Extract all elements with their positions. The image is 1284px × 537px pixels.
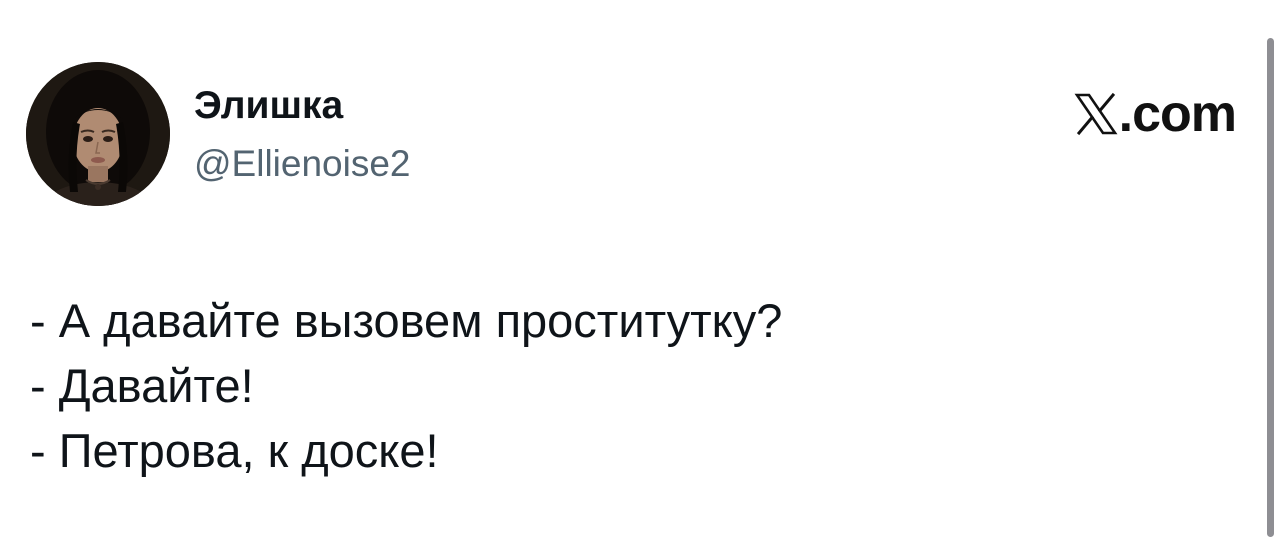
avatar-image	[26, 62, 170, 206]
brand-logo: .com	[1074, 84, 1237, 144]
scrollbar[interactable]	[1267, 38, 1274, 537]
tweet-line: - Давайте!	[30, 359, 254, 412]
tweet-card: Элишка @Ellienoise2 .com - А давайте выз…	[0, 0, 1284, 537]
tweet-line: - Петрова, к доске!	[30, 424, 439, 477]
author-handle[interactable]: @Ellienoise2	[194, 142, 411, 186]
tweet-line: - А давайте вызовем проститутку?	[30, 294, 783, 347]
brand-domain-suffix: .com	[1118, 85, 1237, 143]
x-logo-icon	[1074, 92, 1118, 136]
author-avatar[interactable]	[26, 62, 170, 206]
author-display-name[interactable]: Элишка	[194, 84, 343, 128]
tweet-text: - А давайте вызовем проститутку? - Давай…	[30, 288, 782, 483]
scrollbar-thumb[interactable]	[1267, 38, 1274, 537]
